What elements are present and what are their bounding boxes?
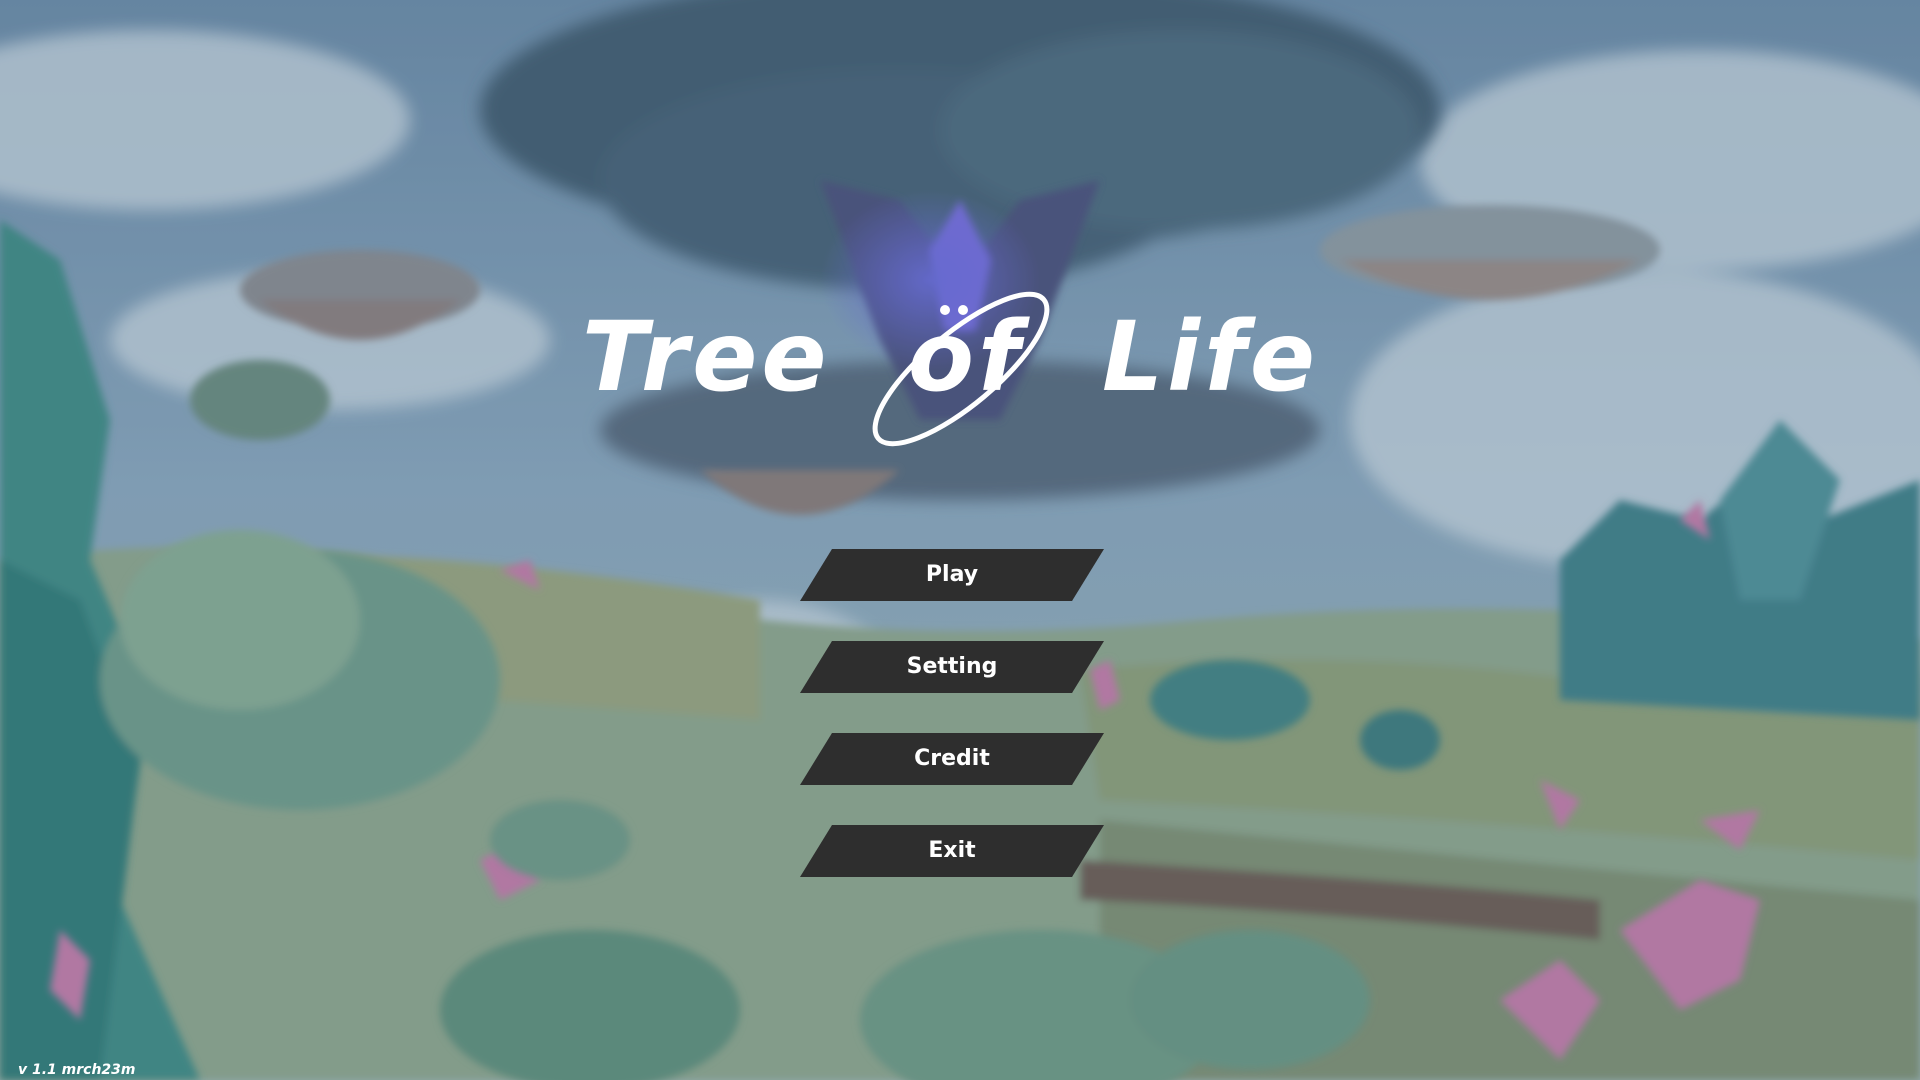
- play-button[interactable]: Play: [800, 549, 1112, 601]
- title-word-life: Life: [1102, 301, 1319, 413]
- background-scene: [0, 0, 1920, 1080]
- setting-button[interactable]: Setting: [800, 641, 1112, 693]
- main-menu: Play Setting Credit Exit: [800, 549, 1120, 917]
- ring-dot-right-icon: [958, 305, 968, 315]
- title-word-tree: Tree: [582, 301, 831, 413]
- setting-button-label: Setting: [906, 654, 998, 679]
- exit-button[interactable]: Exit: [800, 825, 1112, 877]
- play-button-label: Play: [925, 562, 979, 587]
- credit-button-label: Credit: [914, 746, 990, 771]
- ring-dot-left-icon: [940, 305, 950, 315]
- background-dim-overlay: [0, 0, 1920, 1080]
- title-logo-graphic: Tree of Life: [582, 291, 1319, 447]
- version-label: v 1.1 mrch23m: [18, 1062, 136, 1078]
- exit-button-label: Exit: [928, 838, 976, 863]
- credit-button[interactable]: Credit: [800, 733, 1112, 785]
- game-title-logo: Tree of Life: [560, 280, 1360, 460]
